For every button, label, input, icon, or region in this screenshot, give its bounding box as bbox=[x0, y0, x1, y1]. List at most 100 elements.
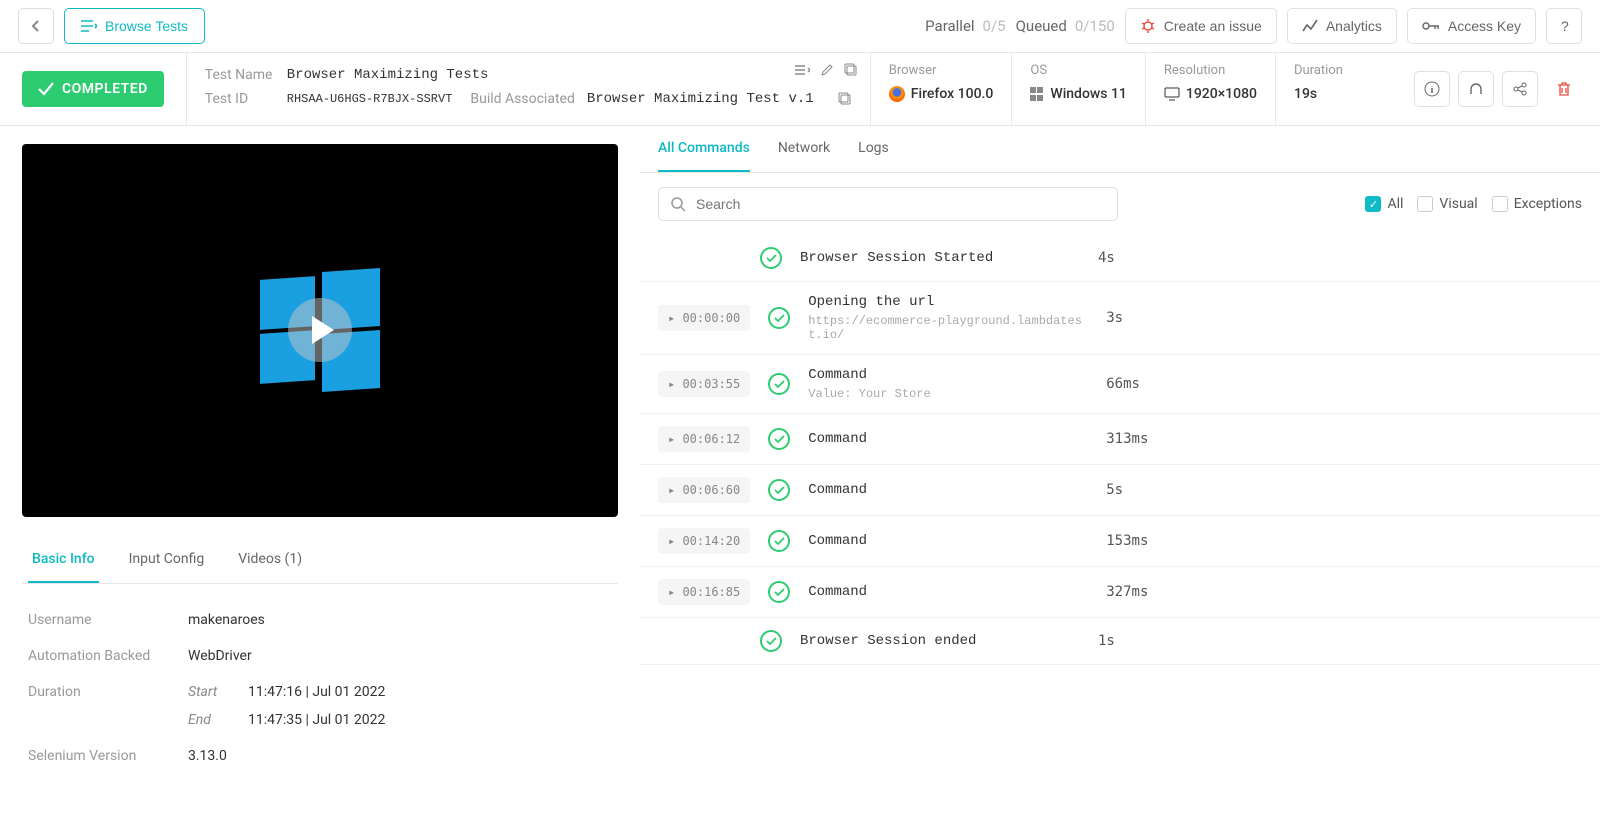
command-tabs: All Commands Network Logs bbox=[640, 126, 1600, 173]
parallel-stat: Parallel 0/5 bbox=[925, 17, 1005, 35]
filter-visual[interactable]: Visual bbox=[1417, 196, 1477, 212]
info-tabs: Basic Info Input Config Videos (1) bbox=[22, 537, 618, 584]
browse-tests-button[interactable]: Browse Tests bbox=[64, 8, 205, 44]
access-key-button[interactable]: Access Key bbox=[1407, 8, 1536, 44]
status-success-icon bbox=[760, 630, 782, 652]
selenium-version: 3.13.0 bbox=[188, 748, 227, 764]
analytics-icon bbox=[1302, 19, 1318, 33]
status-success-icon bbox=[768, 479, 790, 501]
key-icon bbox=[1422, 20, 1440, 32]
command-timestamp: ▸ 00:00:00 bbox=[658, 305, 750, 331]
checkbox-checked-icon: ✓ bbox=[1365, 196, 1381, 212]
tab-videos[interactable]: Videos (1) bbox=[234, 537, 306, 583]
command-timestamp: ▸ 00:03:55 bbox=[658, 371, 750, 397]
command-title: Command bbox=[808, 367, 1088, 383]
command-row[interactable]: ▸ 00:03:55 Command Value: Your Store 66ms bbox=[640, 355, 1600, 414]
status-success-icon bbox=[768, 307, 790, 329]
command-subtitle: https://ecommerce-playground.lambdatest.… bbox=[808, 314, 1088, 342]
help-button[interactable]: ? bbox=[1546, 8, 1582, 44]
command-duration: 327ms bbox=[1106, 584, 1148, 600]
status-success-icon bbox=[768, 530, 790, 552]
share-button[interactable] bbox=[1502, 71, 1538, 107]
command-row[interactable]: Browser Session ended 1s bbox=[640, 618, 1600, 665]
delete-button[interactable] bbox=[1546, 71, 1582, 107]
command-timestamp: ▸ 00:06:60 bbox=[658, 477, 750, 503]
tab-network[interactable]: Network bbox=[778, 140, 830, 172]
command-duration: 313ms bbox=[1106, 431, 1148, 447]
filter-exceptions[interactable]: Exceptions bbox=[1492, 196, 1582, 212]
tab-input-config[interactable]: Input Config bbox=[125, 537, 209, 583]
command-subtitle: Value: Your Store bbox=[808, 387, 1088, 401]
command-title: Browser Session ended bbox=[800, 633, 1080, 649]
browser-value: Firefox 100.0 bbox=[911, 86, 994, 102]
play-icon bbox=[312, 316, 334, 344]
command-body: Browser Session Started bbox=[800, 250, 1080, 266]
command-title: Opening the url bbox=[808, 294, 1088, 310]
command-title: Command bbox=[808, 431, 1088, 447]
tab-all-commands[interactable]: All Commands bbox=[658, 140, 750, 172]
command-title: Command bbox=[808, 533, 1088, 549]
status-success-icon bbox=[768, 581, 790, 603]
basic-info-panel: Username makenaroes Automation Backed We… bbox=[22, 584, 618, 792]
edit-icon[interactable] bbox=[820, 63, 834, 77]
command-timestamp: ▸ 00:06:12 bbox=[658, 426, 750, 452]
build-label: Build Associated bbox=[470, 91, 574, 107]
test-id: RHSAA-U6HGS-R7BJX-SSRVT bbox=[287, 92, 453, 106]
tab-logs[interactable]: Logs bbox=[858, 140, 889, 172]
command-row[interactable]: Browser Session Started 4s bbox=[640, 235, 1600, 282]
duration-value: 19s bbox=[1294, 86, 1317, 102]
back-button[interactable] bbox=[18, 8, 54, 44]
info-button[interactable] bbox=[1414, 71, 1450, 107]
command-row[interactable]: ▸ 00:00:00 Opening the url https://ecommer… bbox=[640, 282, 1600, 355]
search-input-wrap[interactable] bbox=[658, 187, 1118, 221]
command-title: Command bbox=[808, 482, 1088, 498]
headphones-button[interactable] bbox=[1458, 71, 1494, 107]
windows-icon bbox=[1030, 87, 1044, 101]
automation-backed-value: WebDriver bbox=[188, 648, 252, 664]
command-duration: 1s bbox=[1098, 633, 1115, 649]
video-player[interactable] bbox=[22, 144, 618, 517]
tab-basic-info[interactable]: Basic Info bbox=[28, 537, 99, 583]
status-success-icon bbox=[760, 247, 782, 269]
command-title: Browser Session Started bbox=[800, 250, 1080, 266]
headphones-icon bbox=[1468, 81, 1484, 97]
build-name: Browser Maximizing Test v.1 bbox=[587, 91, 814, 107]
command-body: Opening the url https://ecommerce-playgro… bbox=[808, 294, 1088, 342]
list-filter-icon bbox=[81, 19, 97, 33]
filter-all[interactable]: ✓ All bbox=[1365, 196, 1403, 212]
command-body: Command bbox=[808, 533, 1088, 549]
copy-build-icon[interactable] bbox=[838, 92, 852, 106]
command-row[interactable]: ▸ 00:06:12 Command 313ms bbox=[640, 414, 1600, 465]
command-row[interactable]: ▸ 00:16:85 Command 327ms bbox=[640, 567, 1600, 618]
help-icon: ? bbox=[1561, 18, 1569, 34]
browse-tests-label: Browse Tests bbox=[105, 18, 188, 34]
test-name: Browser Maximizing Tests bbox=[287, 67, 489, 83]
command-timestamp bbox=[658, 635, 742, 647]
command-body: Command bbox=[808, 584, 1088, 600]
command-body: Command bbox=[808, 431, 1088, 447]
command-timestamp bbox=[658, 252, 742, 264]
status-success-icon bbox=[768, 428, 790, 450]
search-input[interactable] bbox=[696, 196, 1105, 212]
copy-icon[interactable] bbox=[844, 63, 858, 77]
command-timestamp: ▸ 00:14:20 bbox=[658, 528, 750, 554]
share-icon bbox=[1512, 81, 1528, 97]
test-header: COMPLETED Test Name Browser Maximizing T… bbox=[0, 53, 1600, 126]
create-issue-button[interactable]: Create an issue bbox=[1125, 8, 1277, 44]
play-button[interactable] bbox=[288, 298, 352, 362]
command-row[interactable]: ▸ 00:06:60 Command 5s bbox=[640, 465, 1600, 516]
trash-icon bbox=[1557, 81, 1571, 97]
command-timestamp: ▸ 00:16:85 bbox=[658, 579, 750, 605]
queue-icon[interactable] bbox=[794, 63, 810, 77]
end-time: 11:47:35 | Jul 01 2022 bbox=[248, 712, 385, 728]
checkbox-icon bbox=[1417, 196, 1433, 212]
status-success-icon bbox=[768, 373, 790, 395]
topbar: Browse Tests Parallel 0/5 Queued 0/150 C… bbox=[0, 0, 1600, 53]
resolution-value: 1920×1080 bbox=[1186, 86, 1257, 102]
command-row[interactable]: ▸ 00:14:20Command153ms bbox=[640, 516, 1600, 567]
command-duration: 5s bbox=[1106, 482, 1123, 498]
command-duration: 3s bbox=[1106, 310, 1123, 326]
command-duration: 4s bbox=[1098, 250, 1115, 266]
command-duration: 66ms bbox=[1106, 376, 1140, 392]
analytics-button[interactable]: Analytics bbox=[1287, 8, 1397, 44]
